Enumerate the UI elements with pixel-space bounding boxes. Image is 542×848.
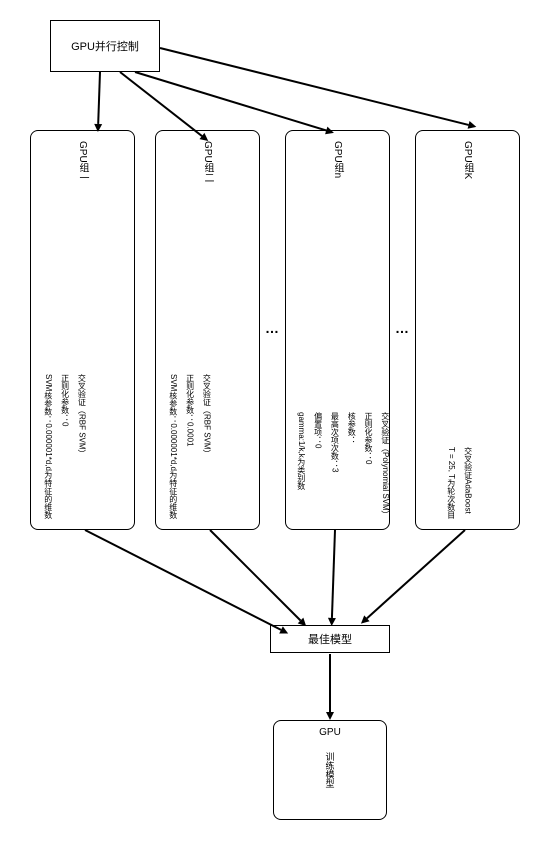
gpu-train-box: GPU 训练模型 <box>273 720 387 820</box>
group2-title: GPU组二 <box>200 141 215 183</box>
gpu-group-2: GPU组二 SVM核参数：0.000001*d,d为特征的维数 正则化参数：0.… <box>155 130 260 530</box>
groupN-params: gamma:1/k,k为类别数 偏置项：0 最高次项次数：3 核参数： 正则化参… <box>294 412 391 519</box>
groupK-params: T = 25, T为轮次数目 交叉验证AdaBoost <box>444 447 474 519</box>
gpu-group-1: GPU组一 SVM核参数：0.000001*d,d为特征的维数 正则化参数：0 … <box>30 130 135 530</box>
dots-2: … <box>395 320 411 336</box>
controller-title: GPU并行控制 <box>71 38 139 54</box>
groupK-title: GPU组K <box>460 141 475 179</box>
groupN-title: GPU组n <box>330 141 345 178</box>
group1-title: GPU组一 <box>75 141 90 183</box>
best-label: 最佳模型 <box>308 631 352 647</box>
controller-box: GPU并行控制 <box>50 20 160 72</box>
group1-params: SVM核参数：0.000001*d,d为特征的维数 正则化参数：0 交叉验证（R… <box>41 374 87 519</box>
gpu-group-k: GPU组K T = 25, T为轮次数目 交叉验证AdaBoost <box>415 130 520 530</box>
gpu-group-n: GPU组n gamma:1/k,k为类别数 偏置项：0 最高次项次数：3 核参数… <box>285 130 390 530</box>
gpu-label: 训练模型 <box>324 752 337 788</box>
dots-1: … <box>265 320 281 336</box>
group2-params: SVM核参数：0.000001*d,d为特征的维数 正则化参数：0.0001 交… <box>166 374 212 519</box>
